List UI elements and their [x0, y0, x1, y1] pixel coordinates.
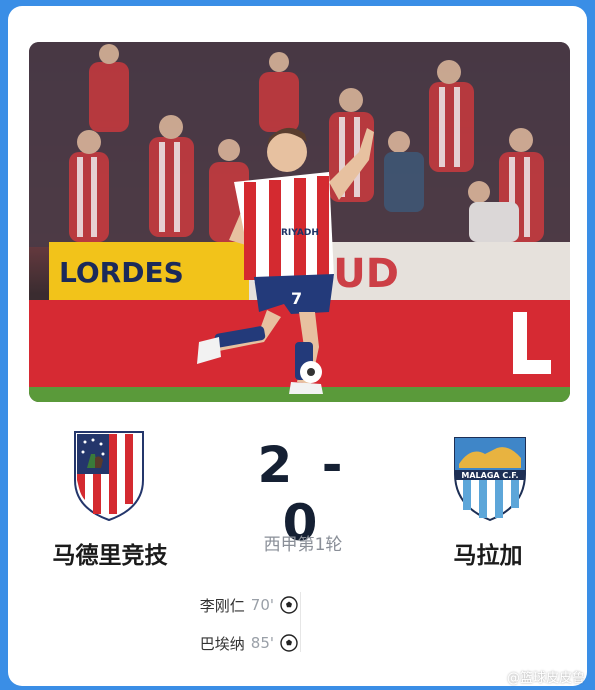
scorers-divider	[300, 592, 301, 652]
malaga-cf-crest-icon: MALAGA C.F.	[454, 437, 526, 522]
goal-scorers-list: 李刚仁 70' 巴埃纳 85'	[148, 586, 298, 662]
atletico-madrid-crest-icon	[74, 431, 144, 522]
watermark-text: @篮球皮皮鲁	[506, 671, 585, 686]
scorer-name: 李刚仁	[199, 596, 245, 615]
player-celebration-image: LORDES CIUD RIYADH 7	[29, 42, 570, 402]
match-photo: LORDES CIUD RIYADH 7	[29, 42, 570, 402]
jersey-sponsor-text: RIYADH	[281, 228, 319, 238]
match-round: 西甲第1轮	[263, 535, 343, 555]
away-team-name: 马拉加	[453, 543, 523, 569]
match-card: LORDES CIUD RIYADH 7 MALAGA C.F. 马德里竞技 马…	[8, 6, 587, 686]
stadium-banner-text: LORDES	[59, 256, 184, 289]
goal-scorer-row: 李刚仁 70'	[148, 586, 298, 624]
goal-minute: 85'	[250, 634, 274, 652]
soccer-ball-icon	[280, 634, 298, 652]
home-team-name: 马德里竞技	[52, 543, 168, 569]
svg-text:MALAGA C.F.: MALAGA C.F.	[461, 471, 518, 480]
scorer-name: 巴埃纳	[199, 634, 245, 653]
goal-minute: 70'	[250, 596, 274, 614]
soccer-ball-icon	[280, 596, 298, 614]
jersey-number: 7	[291, 289, 302, 308]
goal-scorer-row: 巴埃纳 85'	[148, 624, 298, 662]
